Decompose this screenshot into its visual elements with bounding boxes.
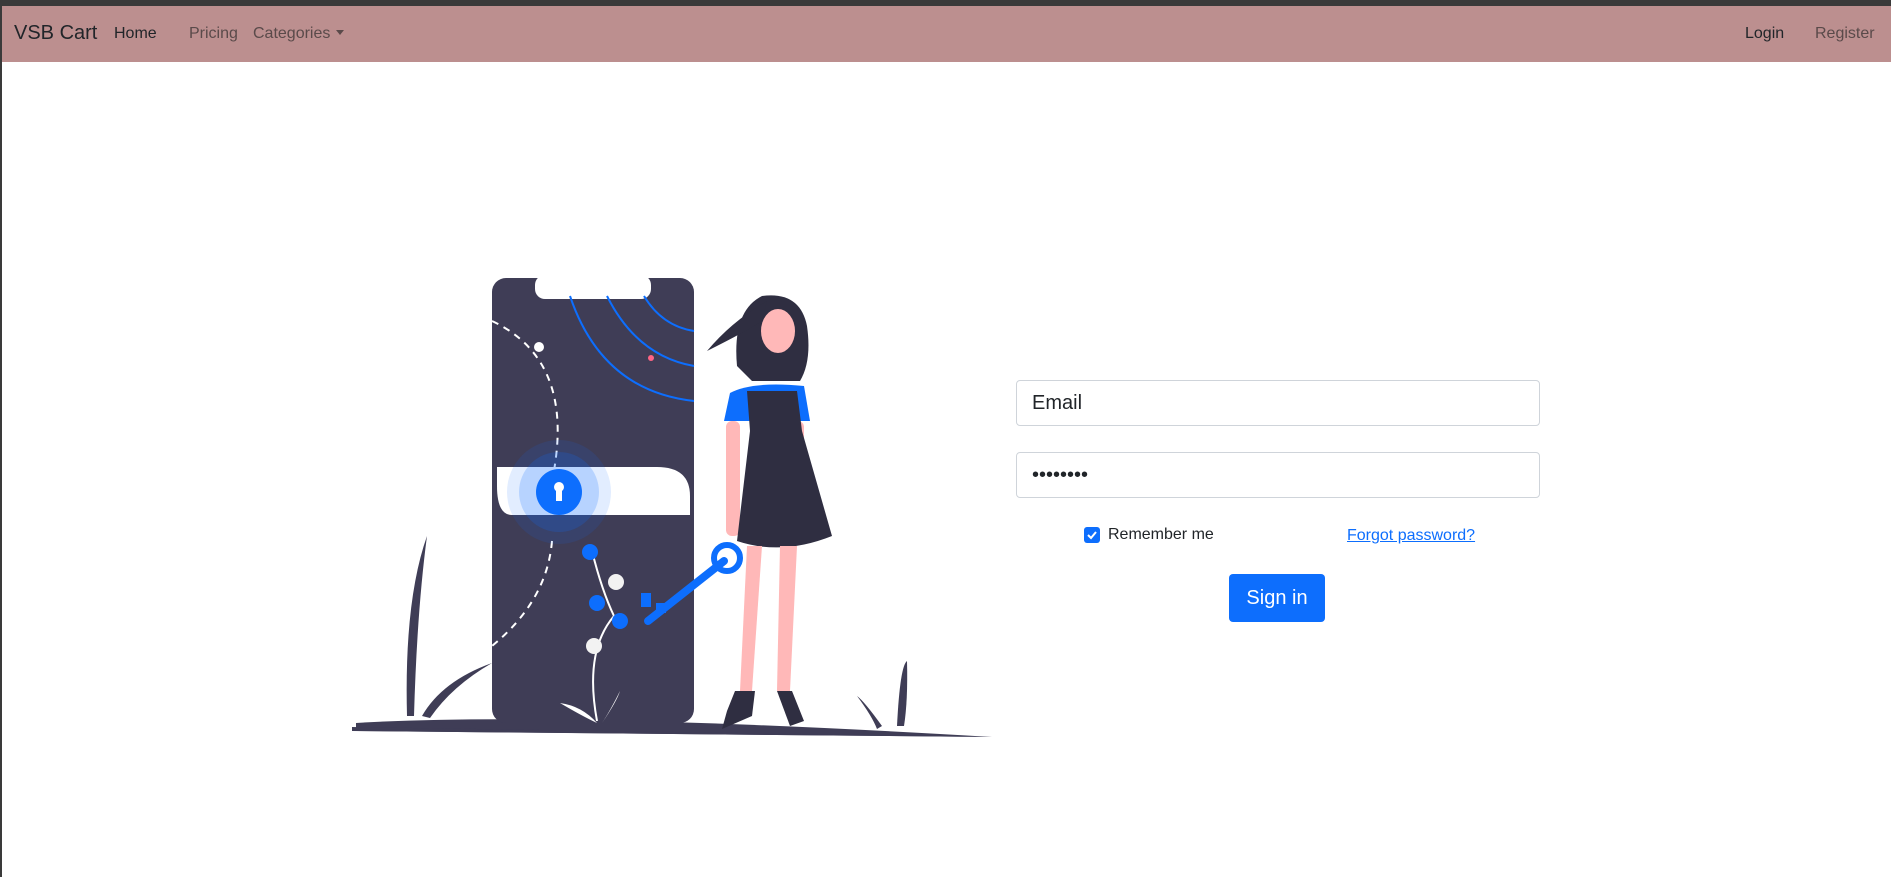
- forgot-password-link[interactable]: Forgot password?: [1347, 527, 1475, 545]
- caret-down-icon: [336, 30, 345, 35]
- check-icon: [1087, 531, 1097, 540]
- nav-login[interactable]: Login: [1745, 25, 1784, 43]
- remember-checkbox[interactable]: [1084, 527, 1100, 543]
- page: VSB Cart Home Pricing Categories Login R…: [2, 6, 1891, 877]
- remember-label: Remember me: [1108, 526, 1214, 543]
- nav-home[interactable]: Home: [114, 25, 157, 43]
- nav-register[interactable]: Register: [1815, 25, 1875, 43]
- navbar: VSB Cart Home Pricing Categories Login R…: [2, 6, 1891, 62]
- plant-leaf-shape: [406, 536, 427, 716]
- sign-in-button[interactable]: Sign in: [1229, 574, 1325, 622]
- nav-pricing[interactable]: Pricing: [189, 25, 238, 43]
- nav-categories-label: Categories: [253, 25, 331, 42]
- email-field[interactable]: [1016, 380, 1540, 426]
- login-illustration: [352, 275, 992, 737]
- brand-logo[interactable]: VSB Cart: [14, 22, 97, 45]
- remember-me[interactable]: Remember me: [1084, 526, 1214, 544]
- nav-categories-dropdown[interactable]: Categories: [253, 25, 345, 43]
- password-field[interactable]: [1016, 452, 1540, 498]
